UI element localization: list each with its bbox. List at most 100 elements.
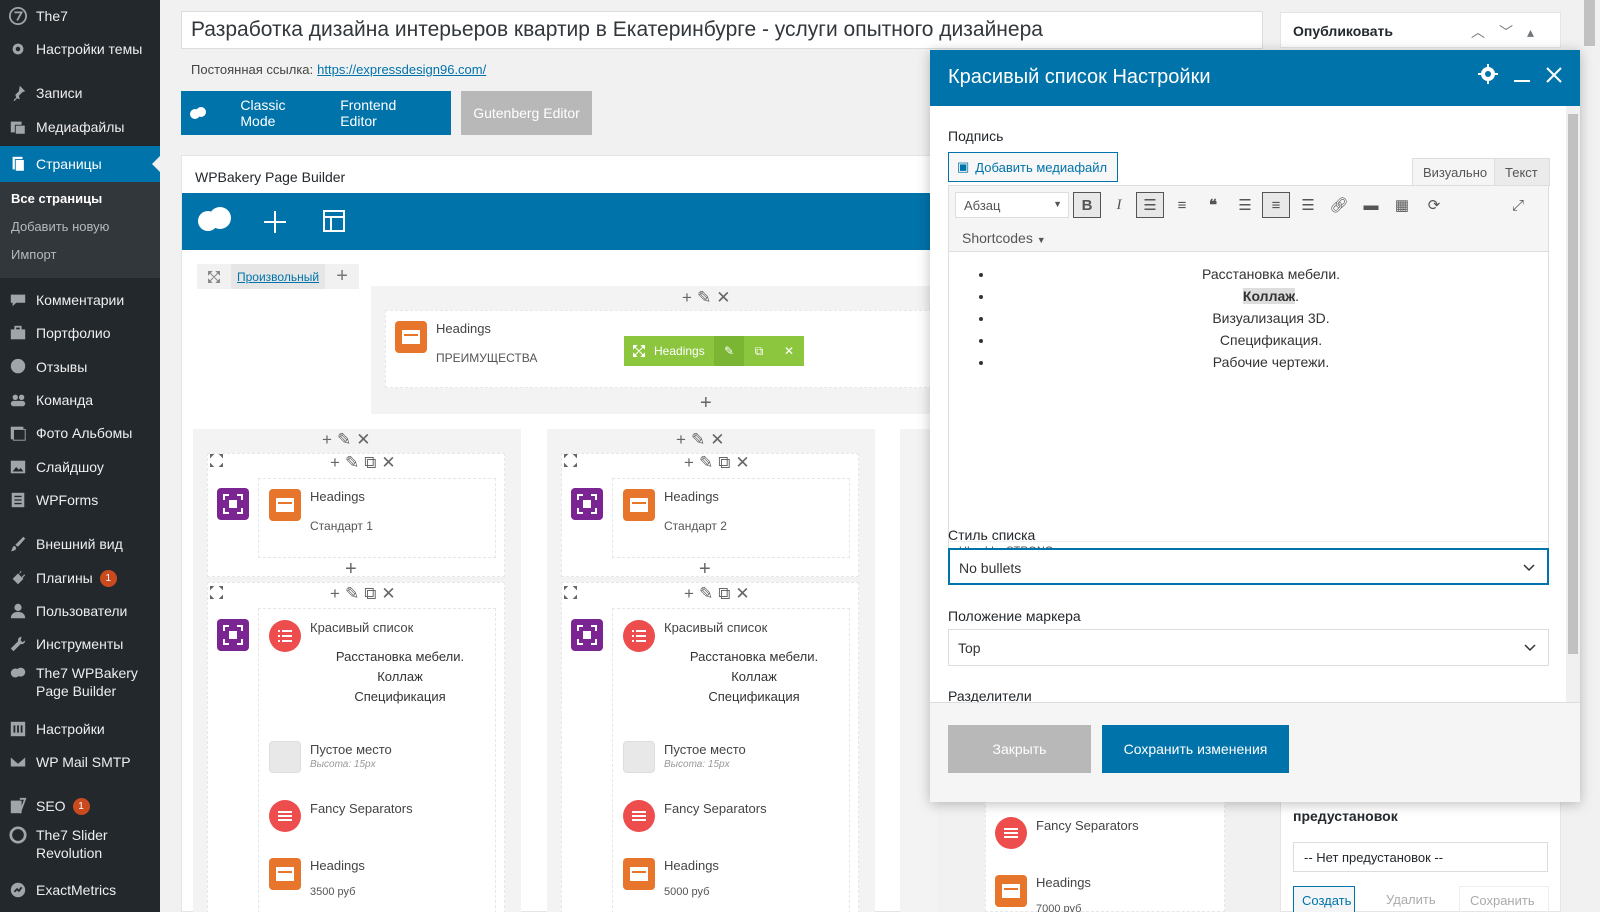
- close-icon[interactable]: ✕: [716, 288, 732, 308]
- align-center-icon[interactable]: ≡: [1262, 192, 1290, 218]
- numbered-list-icon[interactable]: ≡: [1168, 192, 1196, 218]
- edit-icon[interactable]: ✎: [697, 288, 713, 308]
- close-icon[interactable]: [1546, 66, 1562, 89]
- save-changes-button[interactable]: Сохранить изменения: [1102, 725, 1289, 773]
- clone-icon[interactable]: ⧉: [364, 584, 378, 604]
- add-icon[interactable]: +: [330, 584, 342, 604]
- page-scrollbar[interactable]: [1580, 0, 1600, 912]
- submenu-import[interactable]: Импорт: [11, 247, 56, 262]
- tab-visual[interactable]: Визуально: [1412, 158, 1499, 186]
- align-right-icon[interactable]: ☰: [1294, 192, 1322, 218]
- sidebar-item-theme-settings[interactable]: Настройки темы: [0, 37, 160, 61]
- add-icon[interactable]: +: [676, 430, 688, 450]
- sidebar-item-comments[interactable]: Комментарии: [0, 288, 160, 312]
- add-icon[interactable]: +: [322, 430, 334, 450]
- edit-icon[interactable]: ✎: [699, 584, 715, 604]
- add-element-icon[interactable]: [262, 209, 288, 238]
- link-icon[interactable]: 🔗︎: [1325, 192, 1353, 218]
- wpbakery-cloud-icon[interactable]: [196, 205, 234, 238]
- add-icon[interactable]: +: [682, 288, 694, 308]
- bullet-list-icon[interactable]: ☰: [1136, 192, 1164, 218]
- classic-mode-button[interactable]: Classic Mode: [240, 97, 314, 129]
- modal-scrollbar[interactable]: [1566, 106, 1580, 702]
- sidebar-item-team[interactable]: Команда: [0, 388, 160, 412]
- clone-icon[interactable]: ⧉: [718, 453, 732, 473]
- italic-icon[interactable]: I: [1105, 192, 1133, 218]
- gutenberg-editor-button[interactable]: Gutenberg Editor: [461, 91, 592, 135]
- edit-icon[interactable]: ✎: [345, 584, 361, 604]
- toolbar-toggle-icon[interactable]: ▦: [1388, 192, 1416, 218]
- sidebar-item-portfolio[interactable]: Портфолио: [0, 321, 160, 345]
- sidebar-item-pages[interactable]: Страницы: [0, 146, 160, 182]
- format-select[interactable]: Абзац ▼: [955, 192, 1069, 218]
- move-icon[interactable]: [564, 586, 577, 599]
- add-below-icon[interactable]: +: [700, 392, 714, 415]
- add-column-icon[interactable]: +: [325, 264, 359, 289]
- close-icon[interactable]: ✕: [710, 430, 726, 450]
- move-icon[interactable]: [624, 336, 654, 366]
- move-icon[interactable]: [210, 454, 223, 467]
- sidebar-item-settings[interactable]: Настройки: [0, 717, 160, 741]
- sidebar-item-media[interactable]: Медиафайлы: [0, 115, 160, 139]
- templates-icon[interactable]: [322, 209, 346, 236]
- add-below-icon[interactable]: +: [699, 558, 713, 581]
- close-icon[interactable]: ✕: [381, 584, 397, 604]
- fullscreen-icon[interactable]: ⤢: [1504, 192, 1532, 218]
- box-order-arrows[interactable]: ︿﹀▴: [1471, 22, 1548, 42]
- submenu-all-pages[interactable]: Все страницы: [11, 191, 102, 206]
- sidebar-item-the7[interactable]: The7: [0, 4, 160, 28]
- minimize-icon[interactable]: [1514, 66, 1530, 89]
- read-more-icon[interactable]: ▬: [1357, 192, 1385, 218]
- close-icon[interactable]: ✕: [774, 336, 804, 366]
- submenu-add-new[interactable]: Добавить новую: [11, 219, 109, 234]
- add-below-icon[interactable]: +: [345, 558, 359, 581]
- create-preset-button[interactable]: Создать: [1293, 886, 1355, 912]
- sidebar-item-albums[interactable]: Фото Альбомы: [0, 421, 160, 445]
- clone-icon[interactable]: ⧉: [364, 453, 378, 473]
- frontend-editor-button[interactable]: Frontend Editor: [340, 97, 425, 129]
- move-icon[interactable]: [564, 454, 577, 467]
- save-preset-button[interactable]: Сохранить: [1459, 886, 1549, 912]
- edit-icon[interactable]: ✎: [699, 453, 715, 473]
- sidebar-item-revolution-slider[interactable]: The7 Slider Revolution: [0, 826, 160, 866]
- post-title-input[interactable]: [181, 11, 1263, 49]
- list-style-select[interactable]: No bullets: [948, 548, 1549, 585]
- align-left-icon[interactable]: ☰: [1231, 192, 1259, 218]
- edit-icon[interactable]: ✎: [691, 430, 707, 450]
- close-button[interactable]: Закрыть: [948, 725, 1091, 773]
- edit-icon[interactable]: ✎: [714, 336, 744, 366]
- sidebar-item-posts[interactable]: Записи: [0, 81, 160, 105]
- sidebar-item-users[interactable]: Пользователи: [0, 599, 160, 623]
- move-icon[interactable]: [210, 586, 223, 599]
- close-icon[interactable]: ✕: [735, 453, 751, 473]
- sidebar-item-plugins[interactable]: Плагины 1: [0, 566, 160, 590]
- permalink-url-link[interactable]: https://expressdesign96.com/: [317, 62, 486, 77]
- gear-icon[interactable]: [1478, 64, 1498, 90]
- add-icon[interactable]: +: [330, 453, 342, 473]
- add-icon[interactable]: +: [684, 584, 696, 604]
- sidebar-item-appearance[interactable]: Внешний вид: [0, 532, 160, 556]
- sidebar-item-exactmetrics[interactable]: ExactMetrics: [0, 878, 160, 902]
- row-layout-label[interactable]: Произвольный: [231, 264, 326, 289]
- delete-preset-button[interactable]: Удалить: [1376, 886, 1446, 912]
- close-icon[interactable]: ✕: [735, 584, 751, 604]
- sidebar-item-wpbakery[interactable]: The7 WPBakery Page Builder: [0, 664, 160, 704]
- move-row-icon[interactable]: [197, 264, 231, 289]
- clone-icon[interactable]: ⧉: [718, 584, 732, 604]
- marker-position-select[interactable]: Top: [948, 629, 1549, 666]
- close-icon[interactable]: ✕: [356, 430, 372, 450]
- sidebar-item-slideshow[interactable]: Слайдшоу: [0, 455, 160, 479]
- bold-icon[interactable]: B: [1073, 192, 1101, 218]
- sidebar-item-tools[interactable]: Инструменты: [0, 632, 160, 656]
- sidebar-item-testimonials[interactable]: Отзывы: [0, 355, 160, 379]
- clone-icon[interactable]: ⧉: [744, 336, 774, 366]
- sidebar-item-seo[interactable]: SEO 1: [0, 794, 160, 818]
- close-icon[interactable]: ✕: [381, 453, 397, 473]
- sidebar-item-wp-mail-smtp[interactable]: WP Mail SMTP: [0, 750, 160, 774]
- tab-text[interactable]: Текст: [1494, 158, 1550, 186]
- page-scrollbar-thumb[interactable]: [1584, 0, 1595, 46]
- edit-icon[interactable]: ✎: [345, 453, 361, 473]
- presets-select[interactable]: -- Нет предустановок --: [1293, 842, 1548, 872]
- shortcodes-dropdown[interactable]: Shortcodes ▼: [962, 230, 1046, 246]
- blockquote-icon[interactable]: ❝: [1199, 192, 1227, 218]
